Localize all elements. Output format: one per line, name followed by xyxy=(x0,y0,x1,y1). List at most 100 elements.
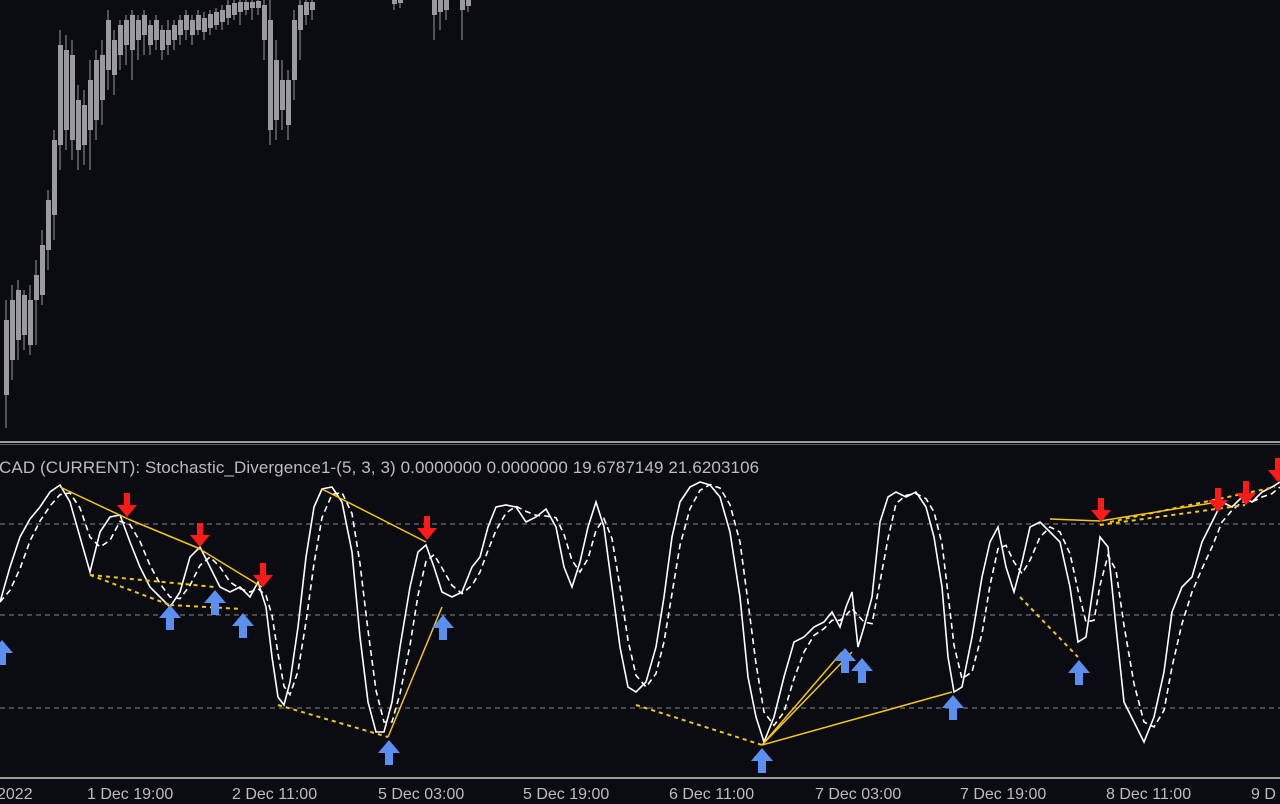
sell-arrow-shape xyxy=(117,493,137,517)
candlestick xyxy=(76,85,81,170)
time-tick-label: 8 Dec 11:00 xyxy=(1106,786,1192,803)
buy-arrow-icon xyxy=(1068,660,1090,685)
candlestick xyxy=(460,0,465,40)
candlestick xyxy=(130,10,135,80)
candlestick xyxy=(444,0,449,20)
candlestick xyxy=(34,260,39,345)
divergence-line-dashed xyxy=(1109,486,1276,523)
candle-body xyxy=(118,25,123,55)
candlestick xyxy=(214,8,219,30)
buy-arrow-icon xyxy=(751,748,773,773)
candlestick xyxy=(250,0,255,20)
candlestick xyxy=(262,0,267,60)
candle-body xyxy=(106,20,111,70)
candle-body xyxy=(82,105,87,145)
sell-arrow-shape xyxy=(417,516,437,540)
candle-body xyxy=(94,60,99,120)
candle-body xyxy=(154,20,159,40)
candlestick xyxy=(298,0,303,60)
price-chart-pane[interactable] xyxy=(0,0,1280,441)
candle-body xyxy=(10,300,15,360)
buy-arrow-shape xyxy=(751,748,773,773)
candle-body xyxy=(432,0,437,15)
candle-body xyxy=(280,80,285,110)
candlestick xyxy=(136,15,141,60)
indicator-pane[interactable] xyxy=(0,447,1280,777)
candle-body xyxy=(64,50,69,130)
buy-arrow-shape xyxy=(378,740,400,765)
candle-body xyxy=(304,2,309,15)
candle-body xyxy=(196,15,201,30)
divergence-line xyxy=(127,518,199,549)
candlestick xyxy=(100,40,105,125)
candlestick xyxy=(118,20,123,70)
candlestick xyxy=(28,285,33,355)
candlestick xyxy=(148,20,153,55)
divergence-line-dashed xyxy=(169,604,243,610)
candlestick xyxy=(256,0,261,15)
candle-body xyxy=(444,0,449,10)
buy-arrow-icon xyxy=(378,740,400,765)
candlestick xyxy=(40,230,45,305)
candlestick xyxy=(226,0,231,25)
candlestick xyxy=(22,290,27,350)
candle-body xyxy=(16,290,21,340)
candle-body xyxy=(244,2,249,10)
divergence-line xyxy=(1049,518,1101,522)
time-tick-label: 5 Dec 19:00 xyxy=(523,786,610,803)
candle-body xyxy=(286,80,291,125)
candlestick xyxy=(196,10,201,35)
candle-body xyxy=(208,14,213,28)
divergence-line-dashed xyxy=(635,704,763,746)
candle-body xyxy=(166,30,171,45)
candlestick xyxy=(112,30,117,95)
buy-arrow-shape xyxy=(1068,660,1090,685)
candlestick xyxy=(4,300,9,428)
buy-arrow-icon xyxy=(432,615,454,640)
buy-arrow-icon xyxy=(159,605,181,630)
candle-body xyxy=(112,40,117,75)
candle-body xyxy=(46,200,51,250)
candle-body xyxy=(22,295,27,335)
candlestick xyxy=(392,0,397,10)
time-tick-label: 6 Dec 11:00 xyxy=(669,786,755,803)
candle-body xyxy=(438,0,443,12)
candle-body xyxy=(190,20,195,35)
candle-body xyxy=(238,2,243,12)
candlestick xyxy=(244,0,249,15)
candlestick xyxy=(124,15,129,65)
candlestick xyxy=(46,190,51,270)
candlestick xyxy=(190,15,195,45)
sell-arrow-shape xyxy=(1091,498,1111,522)
buy-arrow-shape xyxy=(159,605,181,630)
indicator-title: CAD (CURRENT): Stochastic_Divergence1-(5… xyxy=(0,458,760,477)
candlestick xyxy=(10,285,15,380)
candle-body xyxy=(130,15,135,50)
time-axis xyxy=(0,777,1280,800)
candle-body xyxy=(310,2,315,10)
candlestick xyxy=(172,20,177,50)
time-tick-label: 7 Dec 19:00 xyxy=(960,786,1047,803)
sell-arrow-icon xyxy=(117,493,137,517)
buy-arrow-shape xyxy=(0,640,13,665)
candle-body xyxy=(250,2,255,8)
candle-body xyxy=(202,18,207,32)
pane-separator[interactable] xyxy=(0,441,1280,443)
candle-body xyxy=(184,15,189,30)
candlestick xyxy=(268,0,273,145)
candle-body xyxy=(40,245,45,295)
candlestick xyxy=(160,25,165,60)
time-tick-label: 2 Dec 11:00 xyxy=(232,786,318,803)
candle-body xyxy=(232,3,237,15)
candle-body xyxy=(88,80,93,130)
buy-arrow-icon xyxy=(232,613,254,638)
candle-body xyxy=(226,5,231,18)
candle-body xyxy=(52,140,57,215)
candle-body xyxy=(178,20,183,35)
candle-body xyxy=(58,45,63,145)
candle-body xyxy=(398,0,403,3)
divergence-line xyxy=(321,488,427,543)
buy-arrow-icon xyxy=(942,695,964,720)
divergence-line xyxy=(761,651,853,746)
candlestick xyxy=(438,0,443,30)
